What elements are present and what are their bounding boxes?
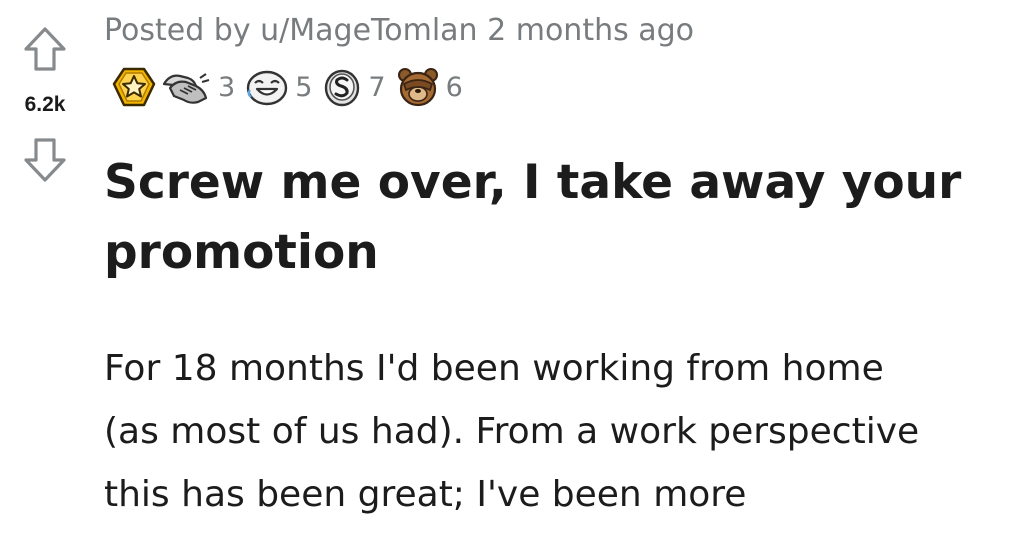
awards-row[interactable]: 3 5 7 6 (112, 64, 473, 110)
silver-coin-award-count: 7 (368, 71, 386, 103)
bear-facepalm-award-icon[interactable] (396, 66, 440, 108)
laughing-face-award-icon[interactable] (245, 66, 289, 108)
post-body: For 18 months I'd been working from home… (104, 337, 1004, 526)
handshake-award-count: 3 (218, 71, 236, 103)
post-title-line-1: Screw me over, I take away your (104, 155, 962, 210)
post-body-line-2: (as most of us had). From a work perspec… (104, 411, 920, 452)
post-body-line-3: this has been great; I've been more (104, 474, 747, 515)
bear-facepalm-award-count: 6 (445, 71, 463, 103)
upvote-arrow-icon[interactable] (23, 26, 67, 72)
laughing-face-award-count: 5 (295, 71, 313, 103)
silver-coin-award-icon[interactable] (322, 66, 362, 108)
post-meta[interactable]: Posted by u/MageTomlan 2 months ago (104, 13, 694, 48)
post-title[interactable]: Screw me over, I take away your promotio… (104, 148, 1004, 288)
post-title-line-2: promotion (104, 225, 379, 280)
handshake-award-icon[interactable] (160, 66, 212, 108)
post-body-line-1: For 18 months I'd been working from home (104, 348, 884, 389)
vote-score: 6.2k (24, 93, 66, 116)
downvote-arrow-icon[interactable] (23, 137, 67, 183)
gold-star-award-icon[interactable] (112, 66, 156, 108)
vote-column: 6.2k (0, 0, 90, 535)
